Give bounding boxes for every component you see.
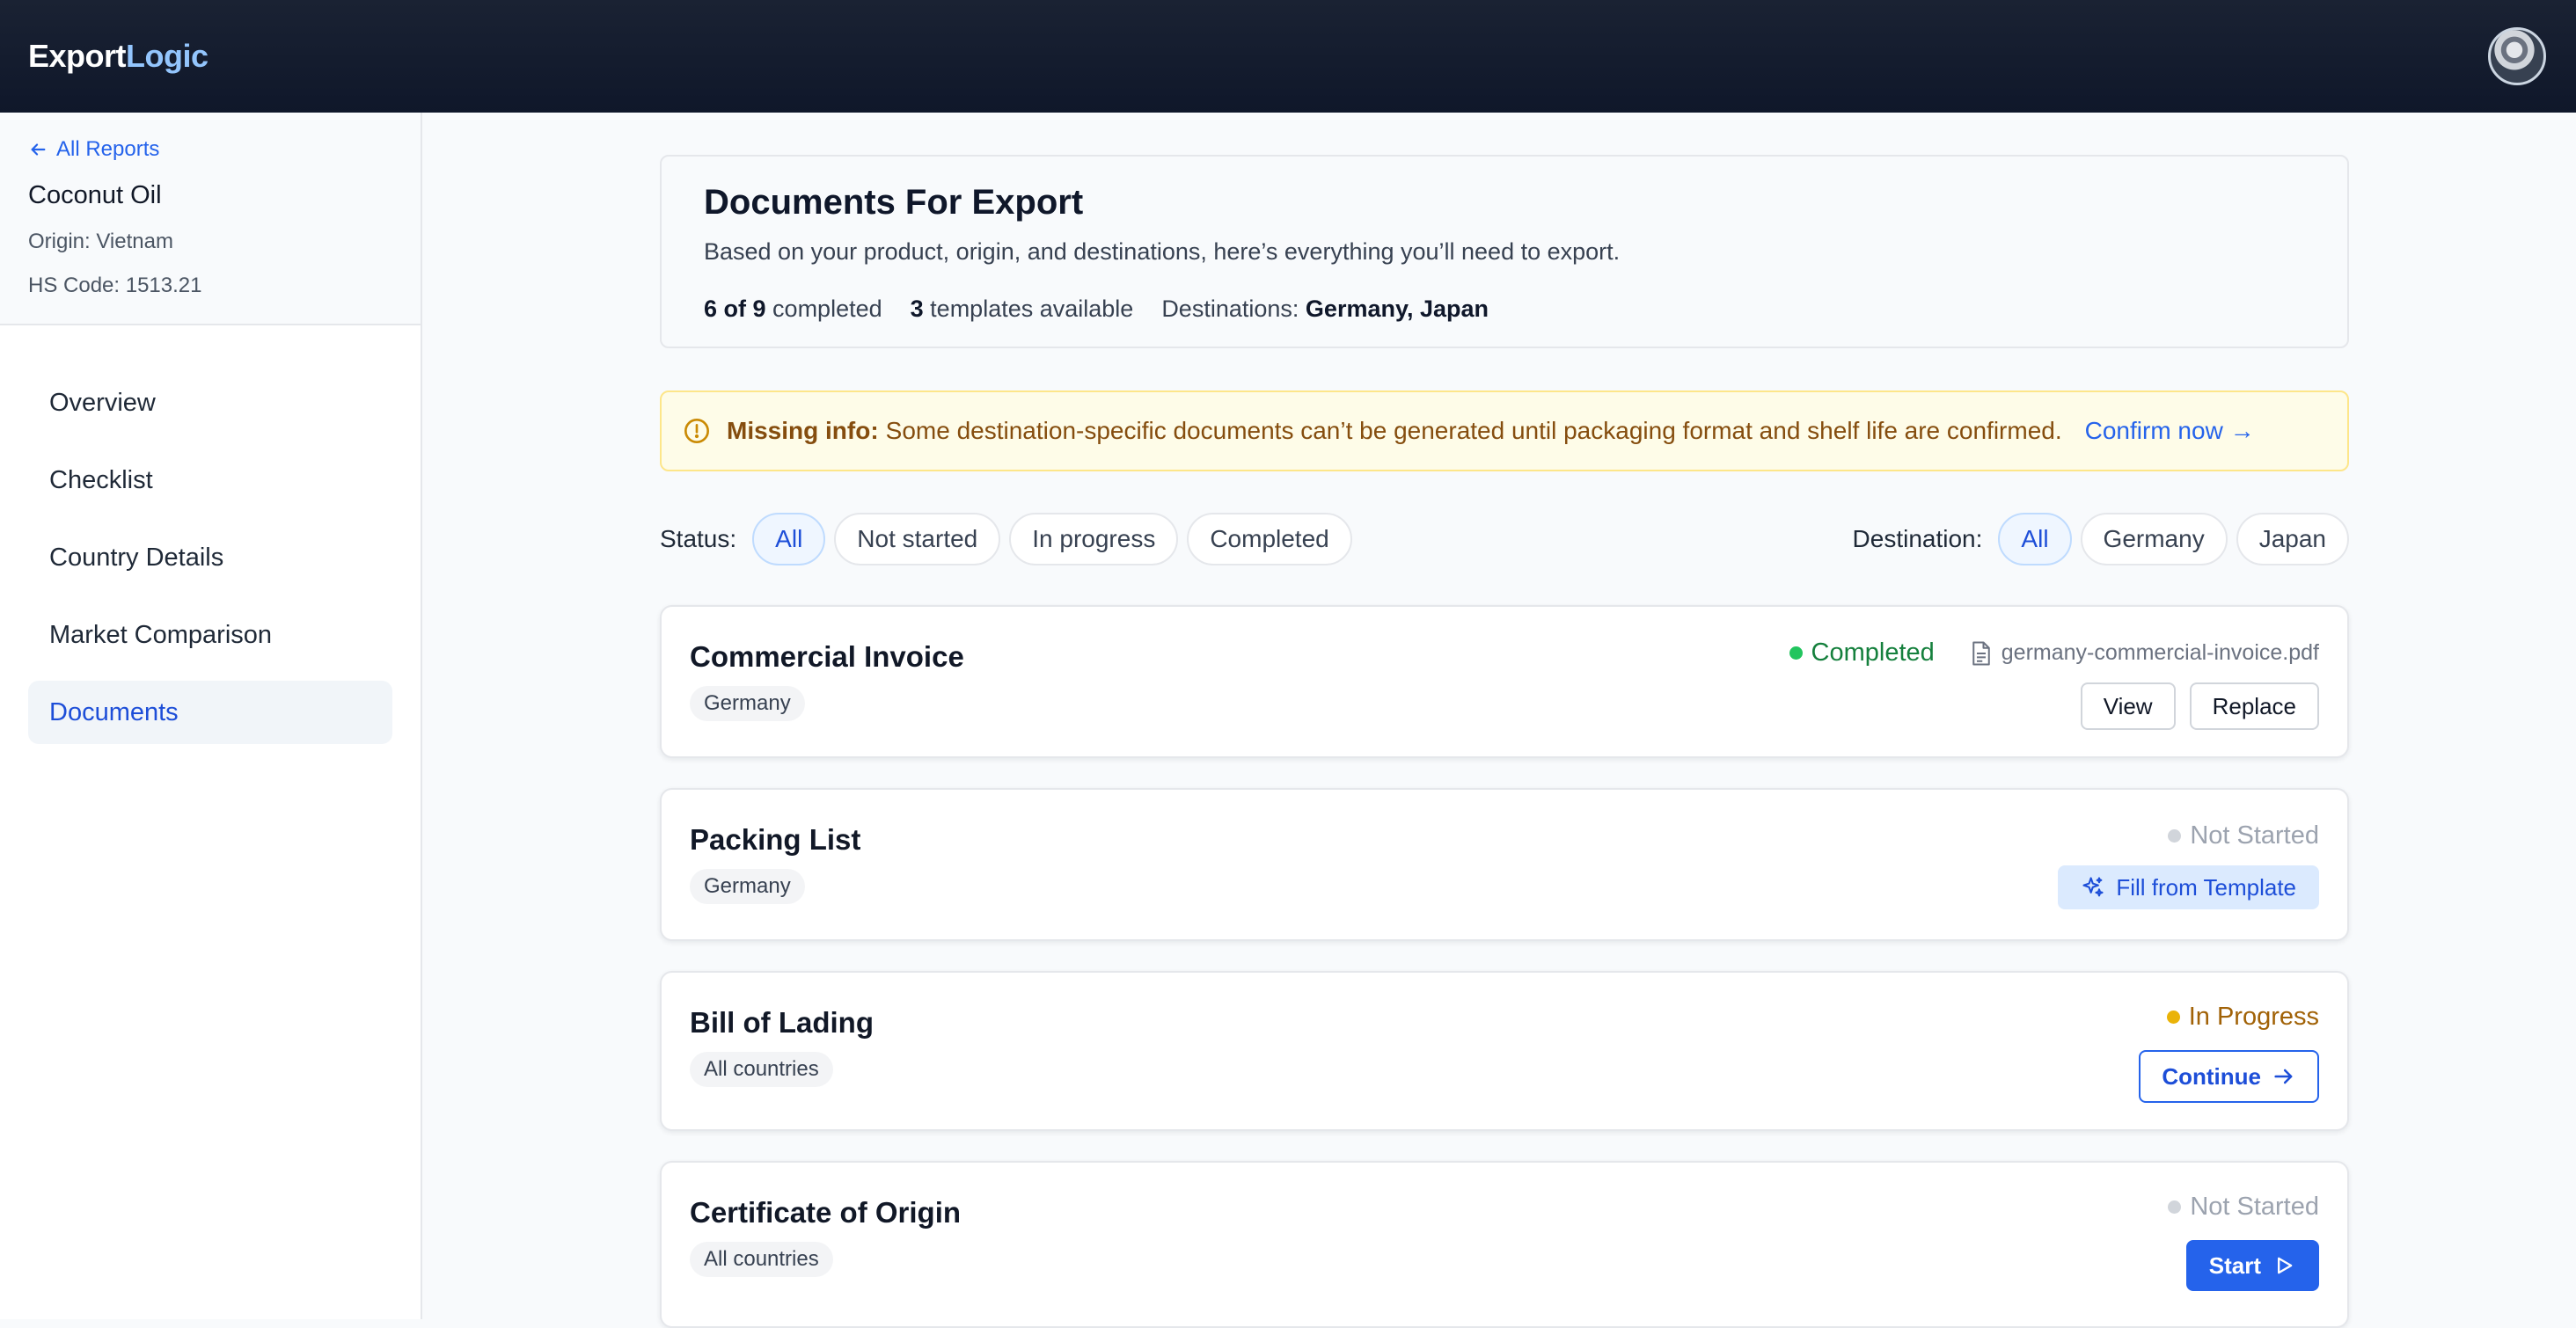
top-bar: ExportLogic [0, 0, 2576, 113]
sidebar-nav: Overview Checklist Country Details Marke… [0, 325, 421, 744]
documents-summary-card: Documents For Export Based on your produ… [660, 155, 2349, 348]
document-actions: View Replace [2080, 682, 2319, 730]
document-status: In Progress [2166, 1003, 2319, 1032]
templates-label: templates available [930, 296, 1134, 322]
alert-message: Some destination-specific documents can’… [885, 417, 2062, 444]
document-card-packing-list: Packing List Germany Not Started Fill fr… [660, 788, 2349, 941]
status-chip-all[interactable]: All [752, 513, 826, 565]
view-button[interactable]: View [2080, 682, 2176, 730]
sidebar-item-checklist[interactable]: Checklist [28, 449, 392, 512]
sidebar-item-documents[interactable]: Documents [28, 681, 392, 744]
play-icon [2278, 1257, 2293, 1274]
logo-text-a: Export [28, 38, 127, 74]
document-country-tag: All countries [690, 1052, 833, 1087]
alert-title: Missing info: [727, 417, 879, 444]
destination-filter-label: Destination: [1852, 525, 1983, 552]
continue-button[interactable]: Continue [2139, 1050, 2319, 1103]
button-label: Start [2208, 1251, 2261, 1279]
sparkles-icon [2082, 877, 2104, 897]
document-title: Packing List [690, 823, 861, 856]
destination-filter: Destination: All Germany Japan [1853, 513, 2349, 565]
document-actions: Fill from Template [2058, 865, 2319, 909]
templates-stat: 3 templates available [911, 296, 1134, 323]
fill-from-template-button[interactable]: Fill from Template [2058, 865, 2319, 909]
filter-bar: Status: All Not started In progress Comp… [660, 512, 2349, 566]
status-label: In Progress [2188, 1003, 2319, 1031]
logo-text-b: Logic [126, 38, 209, 74]
document-actions: Continue [2139, 1050, 2319, 1103]
document-status: Completed germany-commercial-invoice.pdf [1789, 638, 2319, 668]
document-title: Commercial Invoice [690, 640, 964, 673]
status-label: Completed [1811, 638, 1935, 667]
arrow-right-icon [2274, 1069, 2293, 1084]
user-avatar[interactable] [2488, 27, 2546, 85]
main-content: Documents For Export Based on your produ… [660, 155, 2349, 1328]
destination-chip-all[interactable]: All [1998, 513, 2072, 565]
app-logo[interactable]: ExportLogic [28, 38, 209, 75]
back-to-reports-link[interactable]: All Reports [28, 137, 392, 162]
back-label: All Reports [56, 137, 160, 161]
document-country-tag: All countries [690, 1242, 833, 1277]
status-dot [1789, 646, 1803, 660]
document-title: Certificate of Origin [690, 1196, 962, 1229]
document-title: Bill of Lading [690, 1006, 874, 1039]
product-hs-code: HS Code: 1513.21 [28, 274, 202, 297]
templates-count: 3 [910, 296, 924, 322]
destinations-value: Germany, Japan [1305, 296, 1489, 322]
start-button[interactable]: Start [2185, 1240, 2319, 1291]
destinations-stat: Destinations: Germany, Japan [1161, 296, 1489, 323]
document-actions: Start [2185, 1240, 2319, 1291]
status-label: Not Started [2190, 1193, 2319, 1221]
completed-stat: 6 of 9 completed [704, 296, 882, 323]
status-label: Not Started [2190, 821, 2319, 850]
destinations-label: Destinations: [1161, 296, 1299, 322]
summary-stats: 6 of 9 completed 3 templates available D… [704, 296, 2305, 323]
destination-chip-germany[interactable]: Germany [2080, 513, 2228, 565]
button-label: Fill from Template [2116, 873, 2296, 901]
sidebar-item-market-comparison[interactable]: Market Comparison [28, 603, 392, 667]
document-card-bill-of-lading: Bill of Lading All countries In Progress… [660, 971, 2349, 1131]
product-origin: Origin: Vietnam [28, 230, 173, 253]
button-label: Continue [2162, 1062, 2261, 1090]
status-dot [2166, 1011, 2180, 1024]
document-list: Commercial Invoice Germany Completed ger… [660, 605, 2349, 1328]
sidebar-item-overview[interactable]: Overview [28, 371, 392, 434]
missing-info-alert: Missing info: Some destination-specific … [660, 390, 2349, 471]
document-status: Not Started [2168, 1193, 2319, 1222]
file-icon [1972, 641, 1990, 665]
page-title: Documents For Export [704, 183, 1084, 222]
product-name: Coconut Oil [28, 181, 162, 209]
document-country-tag: Germany [690, 686, 805, 721]
status-filter-label: Status: [660, 525, 737, 552]
sidebar: All Reports Coconut Oil Origin: Vietnam … [0, 113, 422, 1319]
document-country-tag: Germany [690, 869, 805, 904]
sidebar-item-country-details[interactable]: Country Details [28, 526, 392, 589]
page-subtitle: Based on your product, origin, and desti… [704, 238, 1621, 265]
product-summary: All Reports Coconut Oil Origin: Vietnam … [0, 113, 421, 325]
status-dot [2168, 1200, 2182, 1214]
confirm-now-link[interactable]: Confirm now → [2085, 417, 2255, 445]
file-name: germany-commercial-invoice.pdf [2001, 640, 2319, 665]
warning-circle-icon [684, 419, 709, 443]
completed-count: 6 of 9 [704, 296, 766, 322]
document-status: Not Started [2168, 821, 2319, 850]
status-chip-completed[interactable]: Completed [1187, 513, 1352, 565]
replace-button[interactable]: Replace [2189, 682, 2319, 730]
status-dot [2168, 829, 2182, 843]
document-card-commercial-invoice: Commercial Invoice Germany Completed ger… [660, 605, 2349, 758]
status-chip-not-started[interactable]: Not started [834, 513, 1001, 565]
attached-file[interactable]: germany-commercial-invoice.pdf [1970, 640, 2319, 667]
document-card-certificate-of-origin: Certificate of Origin All countries Not … [660, 1161, 2349, 1328]
completed-label: completed [772, 296, 882, 322]
arrow-left-icon [31, 143, 46, 156]
destination-chip-japan[interactable]: Japan [2236, 513, 2349, 565]
status-filter: Status: All Not started In progress Comp… [660, 513, 1352, 565]
status-chip-in-progress[interactable]: In progress [1009, 513, 1179, 565]
